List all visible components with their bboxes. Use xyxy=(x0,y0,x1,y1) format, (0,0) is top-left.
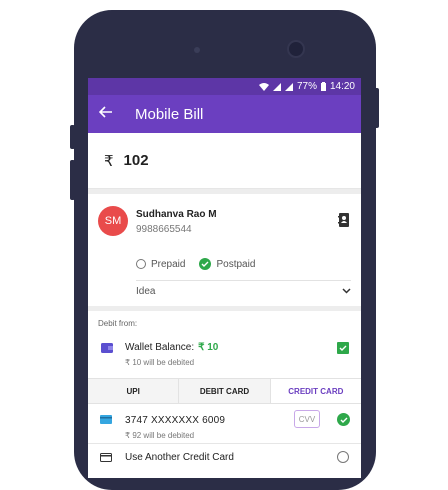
back-arrow-icon[interactable] xyxy=(98,106,117,122)
battery-percent: 77% xyxy=(296,81,317,92)
contacts-book-icon[interactable] xyxy=(338,213,350,227)
chevron-down-icon xyxy=(342,288,351,294)
tab-upi[interactable]: UPI xyxy=(88,379,180,403)
rupee-symbol: ₹ xyxy=(104,152,114,170)
credit-card-icon xyxy=(100,415,112,424)
card-outline-icon xyxy=(100,453,112,462)
amount-field[interactable]: ₹ 102 xyxy=(88,133,361,189)
payment-tabs: UPI DEBIT CARD CREDIT CARD xyxy=(88,378,361,404)
use-another-card-label: Use Another Credit Card xyxy=(125,452,234,463)
signal-icon-2 xyxy=(284,82,293,91)
plan-type-selector: Prepaid Postpaid xyxy=(136,258,255,270)
operator-value: Idea xyxy=(136,285,156,297)
debit-from-label: Debit from: xyxy=(98,319,138,328)
tab-debit-card[interactable]: DEBIT CARD xyxy=(179,379,271,403)
app-screen: 77% 14:20 Mobile Bill ₹ 102 SM Sudhanva … xyxy=(88,78,361,478)
wallet-balance-label: Wallet Balance: xyxy=(125,342,195,353)
payment-section: Debit from: Wallet Balance: ₹ 10 ₹ 10 wil… xyxy=(88,311,361,478)
app-bar: Mobile Bill xyxy=(88,95,361,133)
right-power-button xyxy=(374,88,379,128)
left-volume-button xyxy=(70,160,75,200)
speaker-dot xyxy=(194,47,200,53)
use-another-card-radio[interactable] xyxy=(337,451,349,463)
postpaid-label: Postpaid xyxy=(216,258,256,270)
left-side-button xyxy=(70,125,75,149)
saved-card-number: 3747 XXXXXXX 6009 xyxy=(125,415,226,426)
operator-dropdown[interactable]: Idea xyxy=(136,280,351,301)
page-title: Mobile Bill xyxy=(135,105,204,123)
prepaid-label: Prepaid xyxy=(151,258,186,270)
avatar: SM xyxy=(98,206,128,236)
clock: 14:20 xyxy=(329,81,355,92)
prepaid-radio[interactable] xyxy=(136,259,146,269)
saved-card-debit-note: ₹ 92 will be debited xyxy=(125,431,195,440)
wallet-checkbox[interactable] xyxy=(337,342,349,354)
tab-credit-card[interactable]: CREDIT CARD xyxy=(270,379,361,403)
battery-icon xyxy=(320,82,326,91)
front-camera xyxy=(287,40,305,58)
contact-card: SM Sudhanva Rao M 9988665544 Prepaid Pos… xyxy=(88,194,361,306)
amount-value: 102 xyxy=(123,152,149,169)
wallet-balance-amount: ₹ 10 xyxy=(198,342,219,353)
contact-name: Sudhanva Rao M xyxy=(136,209,217,220)
divider xyxy=(88,443,361,444)
contact-phone: 9988665544 xyxy=(136,224,192,235)
wallet-debit-note: ₹ 10 will be debited xyxy=(125,358,195,367)
wifi-icon xyxy=(258,82,269,91)
wallet-balance-row: Wallet Balance: ₹ 10 xyxy=(125,342,218,353)
signal-icon xyxy=(272,82,281,91)
cvv-input[interactable]: CVV xyxy=(294,410,320,428)
saved-card-selected-radio[interactable] xyxy=(337,413,350,426)
postpaid-radio-checked[interactable] xyxy=(199,258,212,270)
wallet-icon xyxy=(101,343,113,353)
status-bar: 77% 14:20 xyxy=(88,78,361,95)
